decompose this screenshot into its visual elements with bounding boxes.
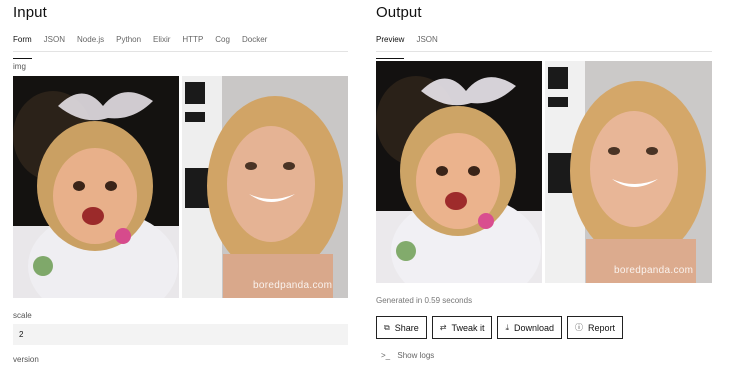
tweak-button[interactable]: ⇄ Tweak it	[431, 316, 493, 339]
scale-label: scale	[13, 311, 32, 320]
input-title: Input	[13, 4, 47, 21]
scale-input[interactable]	[13, 324, 348, 345]
share-label: Share	[394, 322, 419, 333]
tab-elixir[interactable]: Elixir	[153, 34, 170, 51]
tab-cog[interactable]: Cog	[215, 34, 230, 51]
tab-form[interactable]: Form	[13, 34, 32, 59]
download-label: Download	[514, 322, 555, 333]
input-image[interactable]: boredpanda.com	[13, 76, 348, 298]
terminal-icon: >_	[381, 351, 391, 360]
input-watermark: boredpanda.com	[253, 280, 333, 291]
input-tabs: Form JSON Node.js Python Elixir HTTP Cog…	[13, 34, 348, 59]
tab-nodejs[interactable]: Node.js	[77, 34, 104, 51]
generation-time: Generated in 0.59 seconds	[376, 296, 473, 305]
tweak-label: Tweak it	[451, 322, 485, 333]
output-image[interactable]: boredpanda.com	[376, 61, 712, 283]
report-label: Report	[588, 322, 616, 333]
alert-circle-icon: ⓘ	[575, 323, 584, 332]
share-icon: ⧉	[384, 322, 390, 332]
version-label: version	[13, 355, 39, 364]
tab-python[interactable]: Python	[116, 34, 141, 51]
tab-json[interactable]: JSON	[44, 34, 65, 51]
img-label: img	[13, 62, 26, 71]
show-logs-label: Show logs	[397, 351, 435, 360]
download-icon: ⤓	[505, 322, 510, 332]
output-watermark: boredpanda.com	[614, 265, 694, 276]
output-image-graphic	[376, 61, 712, 283]
input-image-graphic	[13, 76, 348, 298]
tab-preview[interactable]: Preview	[376, 34, 405, 59]
share-button[interactable]: ⧉ Share	[376, 316, 427, 339]
action-buttons: ⧉ Share ⇄ Tweak it ⤓ Download ⓘ Report	[376, 316, 628, 339]
show-logs-link[interactable]: >_ Show logs	[381, 351, 434, 360]
report-button[interactable]: ⓘ Report	[567, 316, 624, 339]
tab-http[interactable]: HTTP	[182, 34, 203, 51]
download-button[interactable]: ⤓ Download	[497, 316, 563, 339]
tab-docker[interactable]: Docker	[242, 34, 267, 51]
output-tabs: Preview JSON	[376, 34, 712, 59]
tab-json-output[interactable]: JSON	[416, 34, 437, 51]
sliders-icon: ⇄	[439, 323, 447, 332]
output-title: Output	[376, 4, 422, 21]
